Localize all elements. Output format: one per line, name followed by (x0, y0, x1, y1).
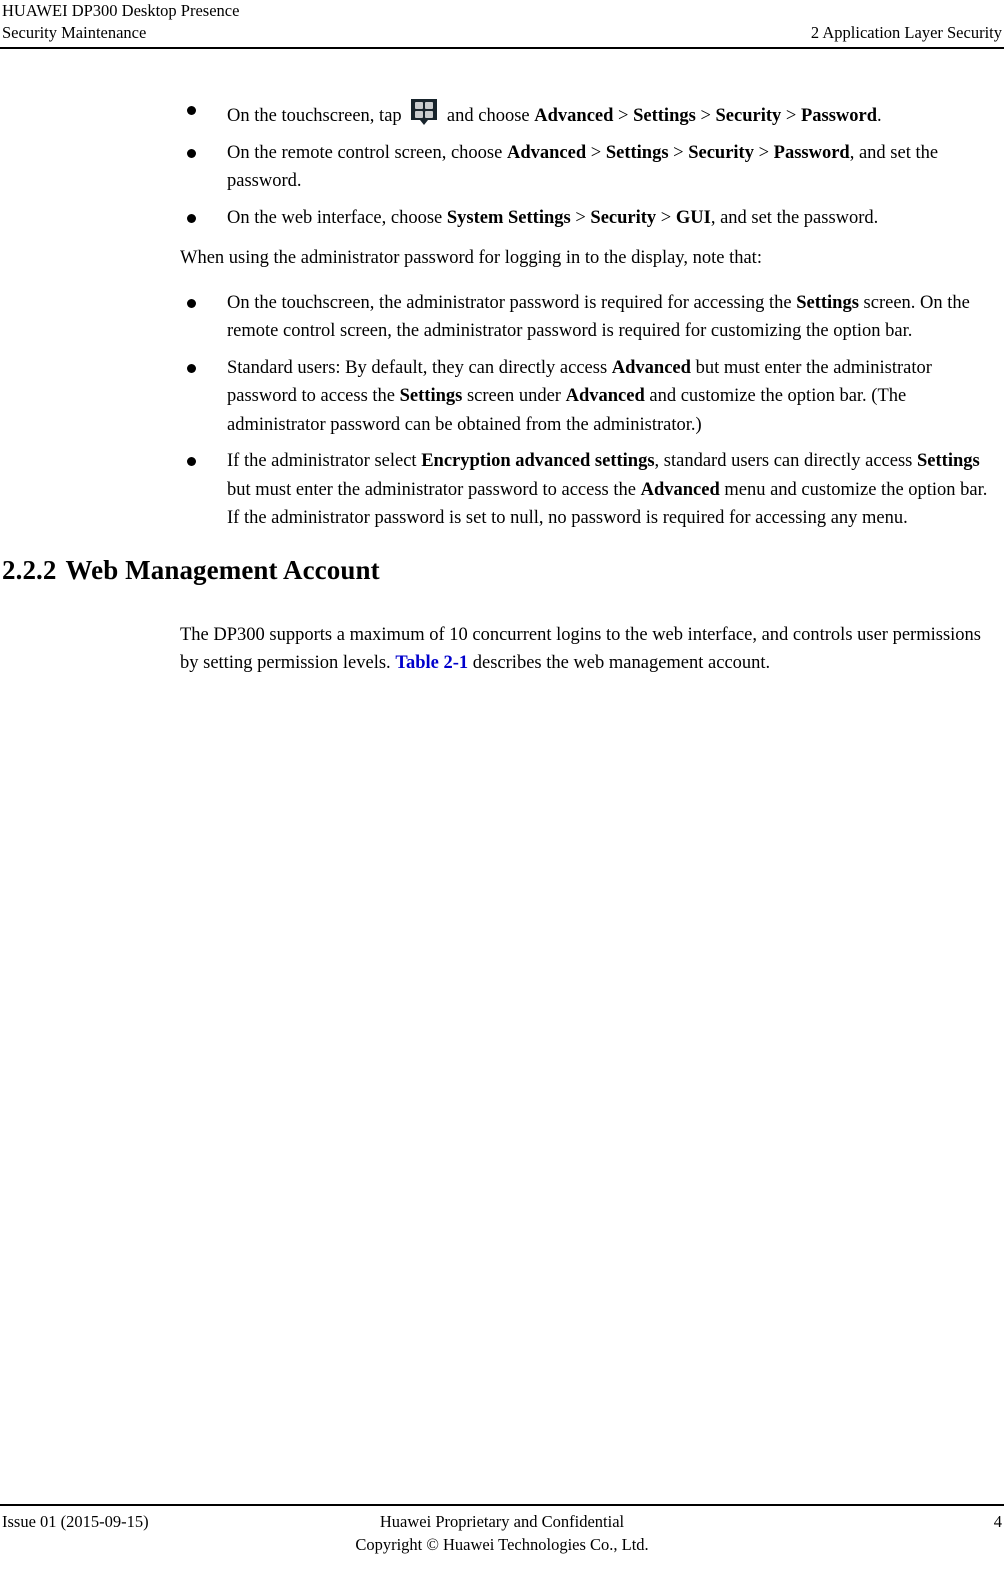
emphasis-text: Settings (399, 386, 463, 406)
section-title: Web Management Account (65, 554, 380, 585)
emphasis-text: Settings (917, 451, 980, 471)
plain-text: On the remote control screen, choose (227, 142, 507, 163)
bullet-dot-icon (187, 457, 196, 466)
list-item: Standard users: By default, they can dir… (180, 354, 1002, 440)
emphasis-text: Advanced (565, 386, 645, 406)
list-item-text: If the administrator select Encryption a… (227, 451, 987, 528)
plain-text: On the web interface, choose (227, 207, 447, 228)
footer-copyright: Copyright © Huawei Technologies Co., Ltd… (355, 1535, 649, 1554)
footer-confidential-notice: Huawei Proprietary and Confidential (379, 1512, 625, 1531)
emphasis-text: Encryption advanced settings (421, 451, 655, 471)
bullet-dot-icon (187, 148, 196, 158)
footer-issue: Issue 01 (2015-09-15) (2, 1512, 149, 1531)
emphasis-text: GUI (675, 207, 711, 228)
list-item-text: On the touchscreen, tap and choose Advan… (227, 99, 882, 126)
footer-page-number: 4 (993, 1512, 1002, 1531)
plain-text: but must enter the administrator passwor… (227, 479, 641, 500)
emphasis-text: Password (800, 106, 878, 126)
bullet-list-password-setup: On the touchscreen, tap and choose Advan… (0, 96, 1004, 232)
bullet-dot-icon (187, 298, 196, 308)
header-chapter: 2 Application Layer Security (810, 23, 1002, 42)
list-item-text: On the remote control screen, choose Adv… (227, 143, 938, 192)
list-item-text: On the touchscreen, the administrator pa… (227, 293, 970, 342)
emphasis-text: Advanced (611, 357, 691, 378)
emphasis-text: Security (590, 207, 657, 228)
bullet-dot-icon (187, 363, 196, 373)
plain-text: > (781, 106, 801, 126)
emphasis-text: Settings (796, 292, 859, 313)
plain-text: screen under (462, 386, 566, 406)
emphasis-text: Password (773, 142, 850, 163)
plain-text: , and set the password. (710, 207, 879, 228)
emphasis-text: Advanced (640, 479, 720, 500)
plain-text: and choose (442, 106, 535, 126)
list-item-text: Standard users: By default, they can dir… (227, 358, 932, 435)
plain-text: If the administrator select (227, 451, 422, 471)
section-number: 2.2.2 (2, 554, 57, 585)
plain-text: , standard users can directly access (654, 451, 918, 471)
bullet-dot-icon (187, 213, 196, 223)
emphasis-text: Settings (605, 142, 669, 163)
list-item: On the touchscreen, the administrator pa… (180, 289, 1002, 346)
plain-text: On the touchscreen, tap (227, 106, 407, 126)
list-item: On the touchscreen, tap and choose Advan… (180, 96, 1002, 131)
emphasis-text: System Settings (446, 207, 571, 228)
plain-text: > (570, 207, 591, 228)
list-item: On the web interface, choose System Sett… (180, 204, 1002, 233)
page-footer: Issue 01 (2015-09-15) Huawei Proprietary… (0, 1504, 1004, 1556)
header-second-line: Security Maintenance 2 Application Layer… (2, 22, 1002, 47)
emphasis-text: Advanced (534, 106, 614, 126)
emphasis-text: Advanced (506, 142, 587, 163)
emphasis-text: Settings (633, 106, 696, 126)
table-cross-reference-link[interactable]: Table 2-1 (395, 653, 468, 673)
emphasis-text: Security (688, 142, 754, 163)
plain-text: > (753, 142, 774, 163)
list-item: If the administrator select Encryption a… (180, 447, 1002, 533)
plain-text: On the touchscreen, the administrator pa… (227, 292, 797, 313)
plain-text: describes the web management account. (468, 653, 771, 673)
page-header: HUAWEI DP300 Desktop Presence Security M… (0, 0, 1004, 49)
header-doc-section: Security Maintenance (2, 23, 147, 42)
bullet-dot-icon (187, 106, 196, 115)
footer-divider (0, 1504, 1004, 1506)
plain-text: . (877, 106, 882, 126)
body-paragraph: The DP300 supports a maximum of 10 concu… (180, 621, 1002, 678)
header-product-title: HUAWEI DP300 Desktop Presence (2, 1, 240, 20)
page-title: 2.2.2 Web Management Account (2, 553, 1004, 587)
plain-text: > (613, 106, 634, 126)
footer-main-row: Issue 01 (2015-09-15) Huawei Proprietary… (0, 1510, 1004, 1533)
page-content: On the touchscreen, tap and choose Advan… (0, 96, 1004, 692)
emphasis-text: Security (715, 106, 782, 126)
intro-paragraph: When using the administrator password fo… (180, 248, 762, 268)
header-divider (0, 47, 1004, 49)
plain-text: > (668, 142, 689, 163)
document-page: HUAWEI DP300 Desktop Presence Security M… (0, 0, 1004, 1570)
list-item-text: On the web interface, choose System Sett… (227, 208, 878, 228)
plain-text: Standard users: By default, they can dir… (227, 357, 612, 378)
grid-menu-icon (408, 96, 440, 128)
plain-text: > (586, 142, 606, 163)
plain-text: > (695, 106, 716, 126)
bullet-list-admin-password-notes: On the touchscreen, the administrator pa… (0, 289, 1004, 533)
list-item: On the remote control screen, choose Adv… (180, 139, 1002, 196)
plain-text: > (656, 207, 676, 228)
